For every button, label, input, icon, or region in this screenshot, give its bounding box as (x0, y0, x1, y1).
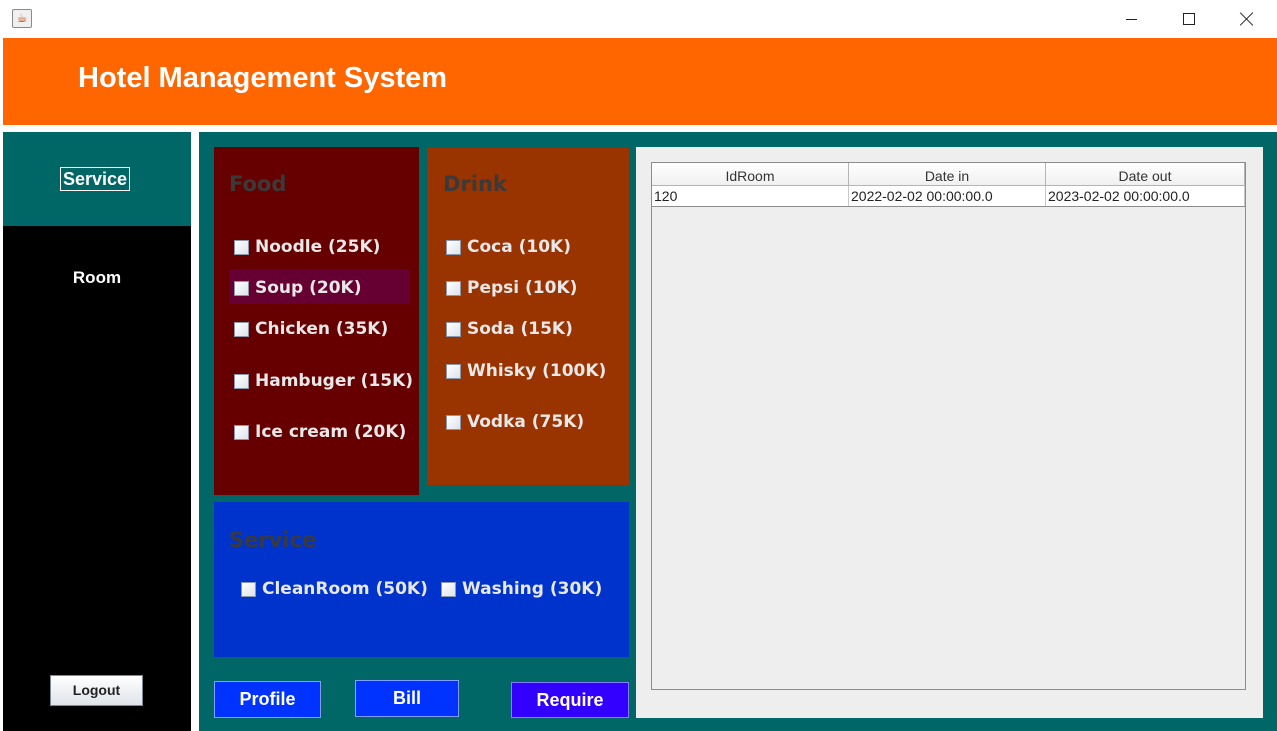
food-item-label: Chicken (35K) (255, 319, 389, 339)
drink-title: Drink (443, 172, 507, 196)
table-cell: 120 (652, 186, 849, 206)
table-cell: 2023-02-02 00:00:00.0 (1046, 186, 1245, 206)
drink-item-label: Whisky (100K) (467, 361, 607, 381)
service-item-label: Washing (30K) (462, 579, 603, 599)
maximize-icon (1183, 13, 1195, 25)
checkbox[interactable] (446, 414, 461, 430)
column-header-date-in[interactable]: Date in (849, 163, 1046, 186)
profile-button[interactable]: Profile (214, 681, 321, 718)
logout-button[interactable]: Logout (50, 675, 143, 706)
room-table-panel: IdRoom Date in Date out 120 2022-02-02 0… (636, 147, 1263, 718)
checkbox[interactable] (234, 239, 249, 255)
checkbox[interactable] (446, 239, 461, 255)
food-item-soup[interactable]: Soup (20K) (234, 273, 361, 303)
service-panel: Service CleanRoom (50K) Washing (30K) (214, 502, 629, 657)
minimize-icon (1125, 18, 1137, 20)
service-item-washing[interactable]: Washing (30K) (441, 574, 602, 604)
checkbox[interactable] (234, 321, 249, 337)
page-title: Hotel Management System (78, 62, 448, 94)
sidebar-item-label: Service (60, 167, 131, 191)
food-item-label: Ice cream (20K) (255, 422, 407, 442)
java-cup-icon: ☕ (12, 9, 32, 28)
food-item-noodle[interactable]: Noodle (25K) (234, 232, 380, 262)
drink-item-label: Vodka (75K) (467, 412, 585, 432)
food-item-hambuger[interactable]: Hambuger (15K) (234, 366, 413, 396)
sidebar-item-label: Room (72, 268, 122, 287)
close-icon (1240, 12, 1254, 26)
food-item-chicken[interactable]: Chicken (35K) (234, 314, 388, 344)
food-item-label: Noodle (25K) (255, 237, 381, 257)
food-item-ice-cream[interactable]: Ice cream (20K) (234, 417, 406, 447)
sidebar-item-room[interactable]: Room (3, 252, 191, 308)
checkbox[interactable] (446, 280, 461, 296)
checkbox[interactable] (441, 581, 456, 597)
table-cell: 2022-02-02 00:00:00.0 (849, 186, 1046, 206)
column-header-date-out[interactable]: Date out (1046, 163, 1245, 186)
require-button[interactable]: Require (511, 682, 629, 718)
close-button[interactable] (1218, 0, 1276, 38)
service-item-label: CleanRoom (50K) (262, 579, 428, 599)
table-row[interactable]: 120 2022-02-02 00:00:00.0 2023-02-02 00:… (652, 186, 1245, 207)
food-item-label: Hambuger (15K) (255, 371, 414, 391)
checkbox[interactable] (241, 581, 256, 597)
minimize-button[interactable] (1102, 0, 1160, 38)
drink-item-label: Pepsi (10K) (467, 278, 578, 298)
app-window: ☕ Hotel Management System Service Room L… (0, 0, 1277, 731)
column-header-idroom[interactable]: IdRoom (652, 163, 849, 186)
food-title: Food (229, 172, 287, 196)
sidebar-item-service[interactable]: Service (3, 132, 191, 226)
drink-item-coca[interactable]: Coca (10K) (446, 232, 571, 262)
checkbox[interactable] (234, 373, 249, 389)
drink-item-label: Soda (15K) (467, 319, 573, 339)
drink-item-whisky[interactable]: Whisky (100K) (446, 356, 606, 386)
drink-item-soda[interactable]: Soda (15K) (446, 314, 573, 344)
food-item-label: Soup (20K) (255, 278, 362, 298)
drink-item-label: Coca (10K) (467, 237, 571, 257)
service-title: Service (229, 528, 317, 552)
main-content: Food Noodle (25K) Soup (20K) Chicken (35… (199, 132, 1277, 731)
checkbox[interactable] (234, 280, 249, 296)
drink-item-pepsi[interactable]: Pepsi (10K) (446, 273, 577, 303)
room-table[interactable]: IdRoom Date in Date out 120 2022-02-02 0… (651, 162, 1246, 690)
maximize-button[interactable] (1160, 0, 1218, 38)
checkbox[interactable] (234, 424, 249, 440)
checkbox[interactable] (446, 321, 461, 337)
bill-button[interactable]: Bill (355, 680, 459, 717)
sidebar: Service Room Logout (3, 132, 191, 731)
service-item-cleanroom[interactable]: CleanRoom (50K) (241, 574, 428, 604)
drink-panel: Drink Coca (10K) Pepsi (10K) Soda (15K) … (427, 148, 629, 485)
window-titlebar: ☕ (0, 0, 1277, 38)
table-header: IdRoom Date in Date out (652, 163, 1245, 186)
checkbox[interactable] (446, 363, 461, 379)
drink-item-vodka[interactable]: Vodka (75K) (446, 407, 584, 437)
app-header: Hotel Management System (3, 38, 1277, 125)
food-panel: Food Noodle (25K) Soup (20K) Chicken (35… (214, 147, 419, 495)
